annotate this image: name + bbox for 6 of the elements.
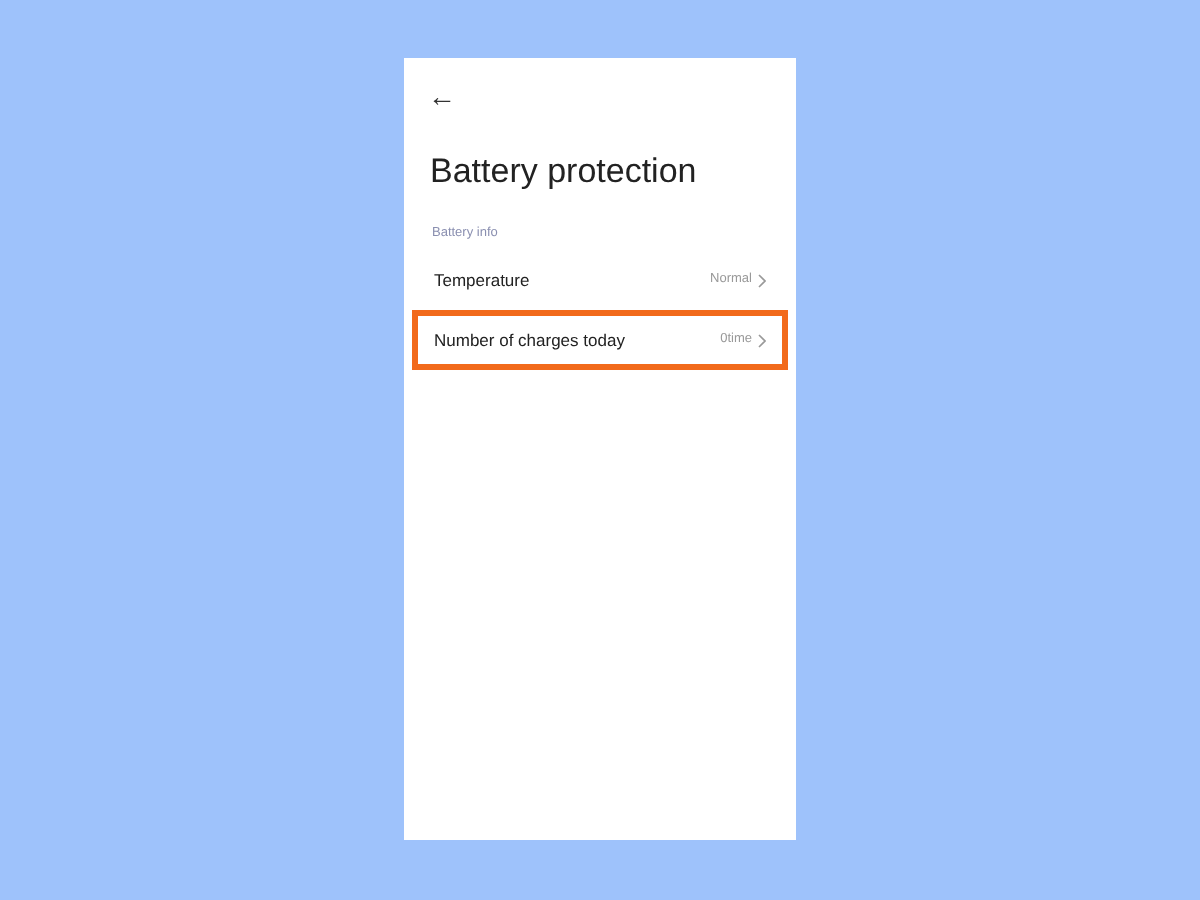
back-button[interactable]: ← [416,82,468,110]
chevron-right-icon [758,333,766,348]
row-label: Temperature [434,267,530,294]
row-label: Number of charges today [434,327,625,354]
page-title: Battery protection [430,150,699,194]
chevron-right-icon [758,273,766,288]
